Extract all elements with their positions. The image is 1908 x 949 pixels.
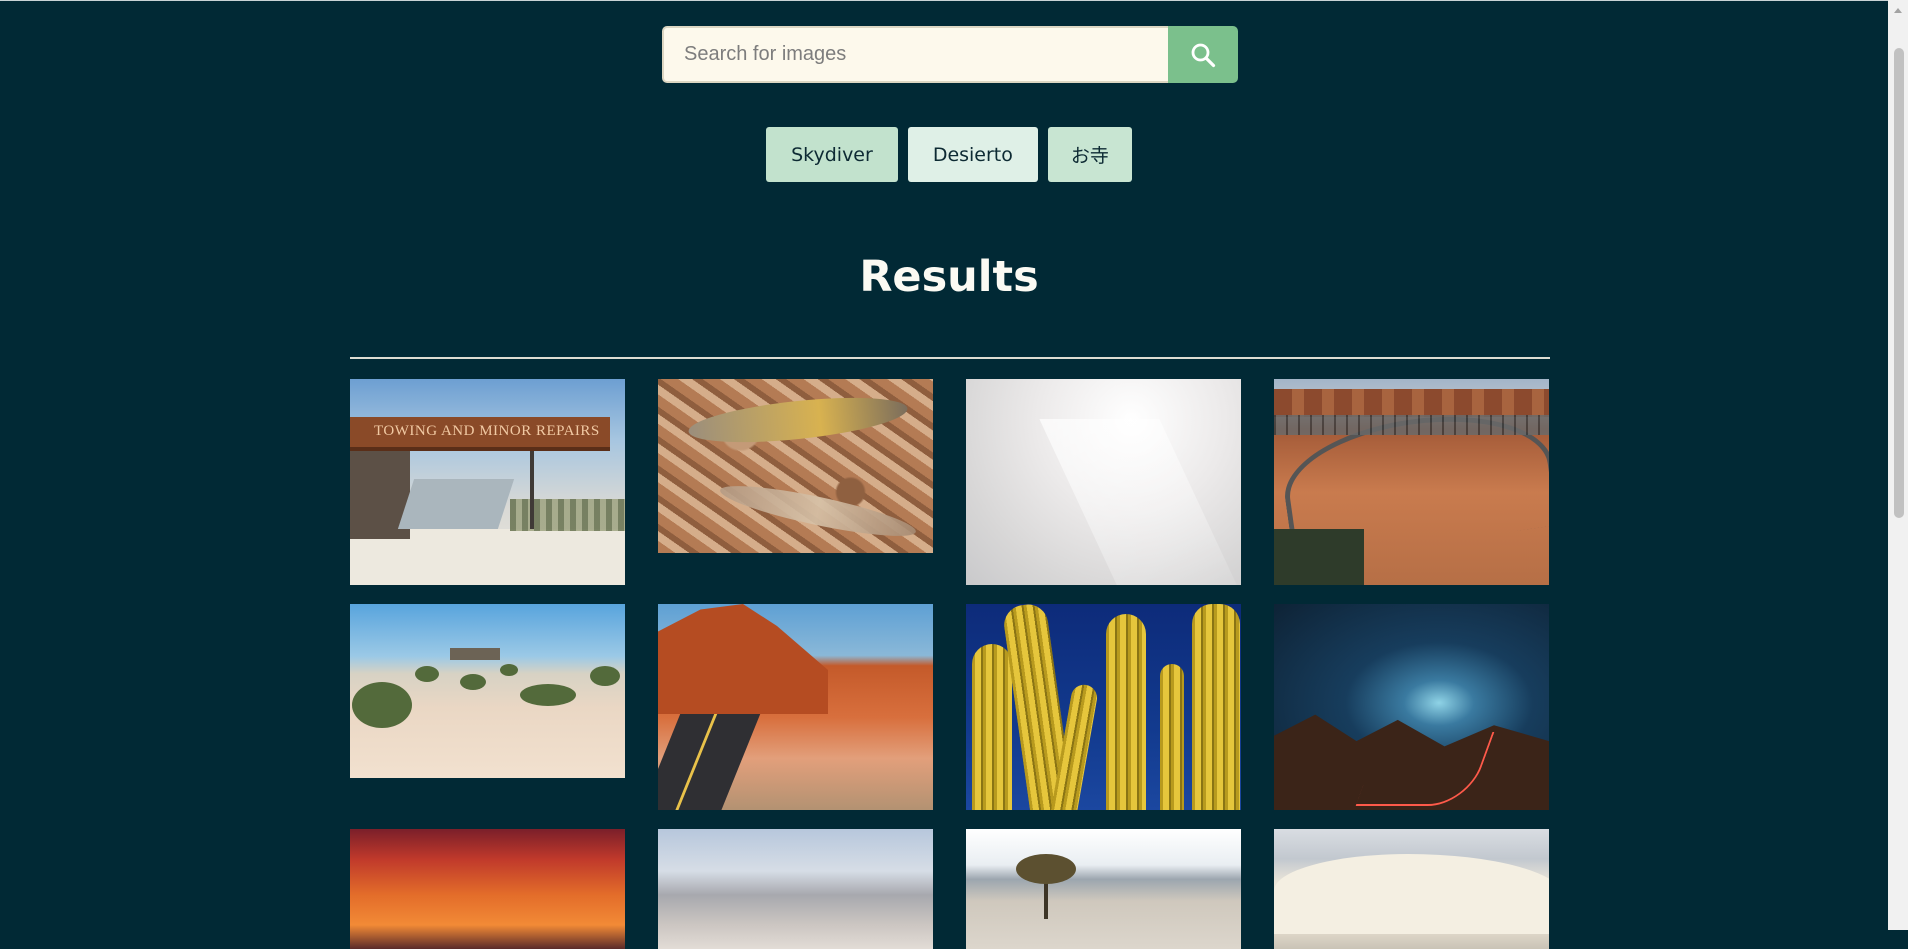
- tag-list: Skydiver Desierto お寺: [0, 127, 1898, 182]
- result-image-sunset[interactable]: [350, 829, 625, 949]
- result-image-canyon-bridge[interactable]: [1274, 379, 1549, 585]
- scrollbar-thumb[interactable]: [1894, 48, 1904, 518]
- result-image-desert-shrubs[interactable]: [350, 604, 625, 778]
- result-image-desert-plain[interactable]: [658, 829, 933, 949]
- results-heading: Results: [859, 252, 1039, 302]
- result-image-red-rock-road[interactable]: [658, 604, 933, 810]
- search-input[interactable]: [662, 26, 1168, 83]
- result-image-cacti[interactable]: [966, 604, 1241, 810]
- search-bar: [662, 26, 1238, 83]
- result-image-clouds[interactable]: [966, 379, 1241, 585]
- result-image-gas-station[interactable]: TOWING AND MINOR REPAIRS: [350, 379, 625, 585]
- sign-text: TOWING AND MINOR REPAIRS: [374, 423, 600, 439]
- result-image-lone-tree[interactable]: [966, 829, 1241, 949]
- result-image-sand-dune[interactable]: [1274, 829, 1549, 949]
- scroll-up-icon[interactable]: [1894, 8, 1902, 13]
- tag-button-skydiver[interactable]: Skydiver: [766, 127, 898, 182]
- tag-button-otera[interactable]: お寺: [1047, 127, 1132, 182]
- top-border: [0, 0, 1908, 1]
- search-button[interactable]: [1168, 26, 1238, 83]
- results-divider: [350, 357, 1550, 359]
- scrollbar[interactable]: [1888, 0, 1908, 930]
- result-image-lizards[interactable]: [658, 379, 933, 553]
- result-image-night-canyon[interactable]: [1274, 604, 1549, 810]
- search-icon: [1191, 43, 1216, 67]
- tag-button-desierto[interactable]: Desierto: [907, 127, 1038, 182]
